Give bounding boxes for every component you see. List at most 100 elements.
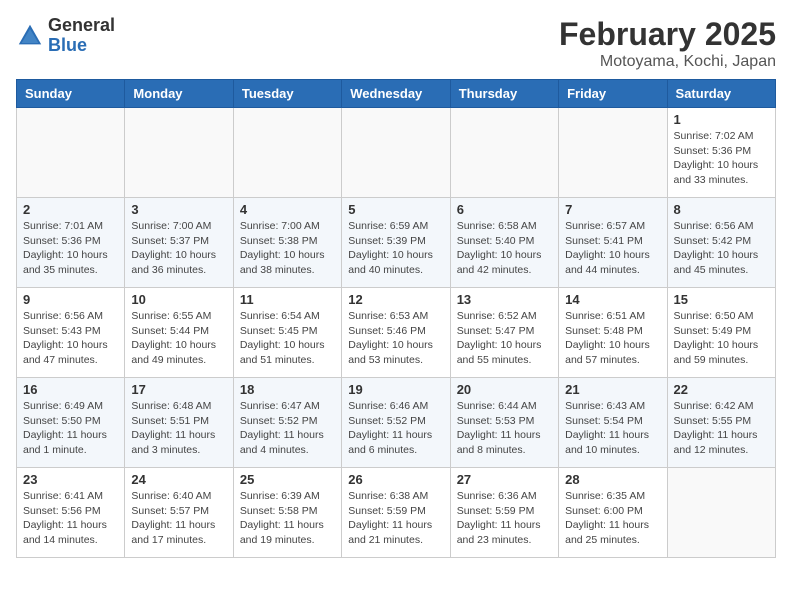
day-info: Sunrise: 6:50 AM Sunset: 5:49 PM Dayligh… xyxy=(674,309,769,368)
title-block: February 2025 Motoyama, Kochi, Japan xyxy=(559,16,776,71)
calendar-cell: 1Sunrise: 7:02 AM Sunset: 5:36 PM Daylig… xyxy=(667,108,775,198)
day-number: 5 xyxy=(348,202,443,217)
day-info: Sunrise: 6:53 AM Sunset: 5:46 PM Dayligh… xyxy=(348,309,443,368)
calendar-cell: 19 Sunrise: 6:46 AM Sunset: 5:52 PM Dayli… xyxy=(342,378,450,468)
day-info: Sunrise: 7:00 AM Sunset: 5:38 PM Dayligh… xyxy=(240,219,335,278)
day-info: Sunrise: 6:52 AM Sunset: 5:47 PM Dayligh… xyxy=(457,309,552,368)
calendar-cell: 8 Sunrise: 6:56 AM Sunset: 5:42 PM Daylig… xyxy=(667,198,775,288)
day-number: 10 xyxy=(131,292,226,307)
weekday-header-sunday: Sunday xyxy=(17,80,125,108)
logo-icon xyxy=(16,22,44,50)
calendar-table: SundayMondayTuesdayWednesdayThursdayFrid… xyxy=(16,79,776,558)
day-number: 4 xyxy=(240,202,335,217)
weekday-header-row: SundayMondayTuesdayWednesdayThursdayFrid… xyxy=(17,80,776,108)
weekday-header-monday: Monday xyxy=(125,80,233,108)
day-info: Sunrise: 6:36 AM Sunset: 5:59 PM Dayligh… xyxy=(457,489,552,548)
day-info: Sunrise: 6:48 AM Sunset: 5:51 PM Dayligh… xyxy=(131,399,226,458)
day-info: Sunrise: 6:58 AM Sunset: 5:40 PM Dayligh… xyxy=(457,219,552,278)
day-number: 15 xyxy=(674,292,769,307)
day-number: 16 xyxy=(23,382,118,397)
calendar-week-row: 1Sunrise: 7:02 AM Sunset: 5:36 PM Daylig… xyxy=(17,108,776,198)
logo-general: General xyxy=(48,16,115,36)
day-number: 2 xyxy=(23,202,118,217)
day-info: Sunrise: 6:55 AM Sunset: 5:44 PM Dayligh… xyxy=(131,309,226,368)
calendar-cell: 9Sunrise: 6:56 AM Sunset: 5:43 PM Daylig… xyxy=(17,288,125,378)
calendar-cell xyxy=(559,108,667,198)
logo-blue: Blue xyxy=(48,36,115,56)
calendar-cell: 10 Sunrise: 6:55 AM Sunset: 5:44 PM Dayli… xyxy=(125,288,233,378)
calendar-cell xyxy=(450,108,558,198)
calendar-cell: 15 Sunrise: 6:50 AM Sunset: 5:49 PM Dayli… xyxy=(667,288,775,378)
day-info: Sunrise: 6:54 AM Sunset: 5:45 PM Dayligh… xyxy=(240,309,335,368)
day-number: 12 xyxy=(348,292,443,307)
day-info: Sunrise: 6:40 AM Sunset: 5:57 PM Dayligh… xyxy=(131,489,226,548)
calendar-cell: 25 Sunrise: 6:39 AM Sunset: 5:58 PM Dayli… xyxy=(233,468,341,558)
day-info: Sunrise: 6:44 AM Sunset: 5:53 PM Dayligh… xyxy=(457,399,552,458)
day-info: Sunrise: 6:42 AM Sunset: 5:55 PM Dayligh… xyxy=(674,399,769,458)
day-number: 28 xyxy=(565,472,660,487)
calendar-cell: 21Sunrise: 6:43 AM Sunset: 5:54 PM Dayli… xyxy=(559,378,667,468)
weekday-header-wednesday: Wednesday xyxy=(342,80,450,108)
day-info: Sunrise: 6:38 AM Sunset: 5:59 PM Dayligh… xyxy=(348,489,443,548)
calendar-cell: 7 Sunrise: 6:57 AM Sunset: 5:41 PM Daylig… xyxy=(559,198,667,288)
weekday-header-friday: Friday xyxy=(559,80,667,108)
day-number: 20 xyxy=(457,382,552,397)
weekday-header-tuesday: Tuesday xyxy=(233,80,341,108)
calendar-cell: 5 Sunrise: 6:59 AM Sunset: 5:39 PM Daylig… xyxy=(342,198,450,288)
calendar-week-row: 9Sunrise: 6:56 AM Sunset: 5:43 PM Daylig… xyxy=(17,288,776,378)
day-info: Sunrise: 7:00 AM Sunset: 5:37 PM Dayligh… xyxy=(131,219,226,278)
calendar-cell xyxy=(342,108,450,198)
calendar-cell xyxy=(17,108,125,198)
calendar-cell: 27 Sunrise: 6:36 AM Sunset: 5:59 PM Dayli… xyxy=(450,468,558,558)
day-info: Sunrise: 6:56 AM Sunset: 5:42 PM Dayligh… xyxy=(674,219,769,278)
day-number: 8 xyxy=(674,202,769,217)
day-info: Sunrise: 6:35 AM Sunset: 6:00 PM Dayligh… xyxy=(565,489,660,548)
day-info: Sunrise: 6:47 AM Sunset: 5:52 PM Dayligh… xyxy=(240,399,335,458)
day-number: 21 xyxy=(565,382,660,397)
day-number: 22 xyxy=(674,382,769,397)
calendar-week-row: 23Sunrise: 6:41 AM Sunset: 5:56 PM Dayli… xyxy=(17,468,776,558)
logo: General Blue xyxy=(16,16,115,56)
main-title: February 2025 xyxy=(559,16,776,53)
subtitle: Motoyama, Kochi, Japan xyxy=(559,53,776,71)
day-info: Sunrise: 6:57 AM Sunset: 5:41 PM Dayligh… xyxy=(565,219,660,278)
day-info: Sunrise: 6:59 AM Sunset: 5:39 PM Dayligh… xyxy=(348,219,443,278)
day-number: 13 xyxy=(457,292,552,307)
calendar-cell xyxy=(233,108,341,198)
calendar-week-row: 16 Sunrise: 6:49 AM Sunset: 5:50 PM Dayli… xyxy=(17,378,776,468)
calendar-cell: 6 Sunrise: 6:58 AM Sunset: 5:40 PM Daylig… xyxy=(450,198,558,288)
calendar-cell: 4 Sunrise: 7:00 AM Sunset: 5:38 PM Daylig… xyxy=(233,198,341,288)
day-number: 18 xyxy=(240,382,335,397)
calendar-cell: 26Sunrise: 6:38 AM Sunset: 5:59 PM Dayli… xyxy=(342,468,450,558)
calendar-cell: 24 Sunrise: 6:40 AM Sunset: 5:57 PM Dayli… xyxy=(125,468,233,558)
day-number: 7 xyxy=(565,202,660,217)
calendar-cell: 12 Sunrise: 6:53 AM Sunset: 5:46 PM Dayli… xyxy=(342,288,450,378)
day-info: Sunrise: 6:39 AM Sunset: 5:58 PM Dayligh… xyxy=(240,489,335,548)
day-info: Sunrise: 6:49 AM Sunset: 5:50 PM Dayligh… xyxy=(23,399,118,458)
day-number: 6 xyxy=(457,202,552,217)
calendar-cell: 28 Sunrise: 6:35 AM Sunset: 6:00 PM Dayli… xyxy=(559,468,667,558)
page-header: General Blue February 2025 Motoyama, Koc… xyxy=(16,16,776,71)
day-number: 27 xyxy=(457,472,552,487)
day-number: 25 xyxy=(240,472,335,487)
day-number: 17 xyxy=(131,382,226,397)
calendar-cell: 23Sunrise: 6:41 AM Sunset: 5:56 PM Dayli… xyxy=(17,468,125,558)
calendar-cell: 22 Sunrise: 6:42 AM Sunset: 5:55 PM Dayli… xyxy=(667,378,775,468)
calendar-cell xyxy=(667,468,775,558)
calendar-cell: 18 Sunrise: 6:47 AM Sunset: 5:52 PM Dayli… xyxy=(233,378,341,468)
day-number: 9 xyxy=(23,292,118,307)
weekday-header-saturday: Saturday xyxy=(667,80,775,108)
day-number: 19 xyxy=(348,382,443,397)
day-number: 3 xyxy=(131,202,226,217)
day-number: 24 xyxy=(131,472,226,487)
day-info: Sunrise: 6:51 AM Sunset: 5:48 PM Dayligh… xyxy=(565,309,660,368)
day-info: Sunrise: 7:02 AM Sunset: 5:36 PM Dayligh… xyxy=(674,129,769,188)
calendar-cell xyxy=(125,108,233,198)
day-info: Sunrise: 6:46 AM Sunset: 5:52 PM Dayligh… xyxy=(348,399,443,458)
calendar-cell: 11 Sunrise: 6:54 AM Sunset: 5:45 PM Dayli… xyxy=(233,288,341,378)
calendar-cell: 13 Sunrise: 6:52 AM Sunset: 5:47 PM Dayli… xyxy=(450,288,558,378)
calendar-cell: 2Sunrise: 7:01 AM Sunset: 5:36 PM Daylig… xyxy=(17,198,125,288)
day-number: 14 xyxy=(565,292,660,307)
day-number: 11 xyxy=(240,292,335,307)
weekday-header-thursday: Thursday xyxy=(450,80,558,108)
